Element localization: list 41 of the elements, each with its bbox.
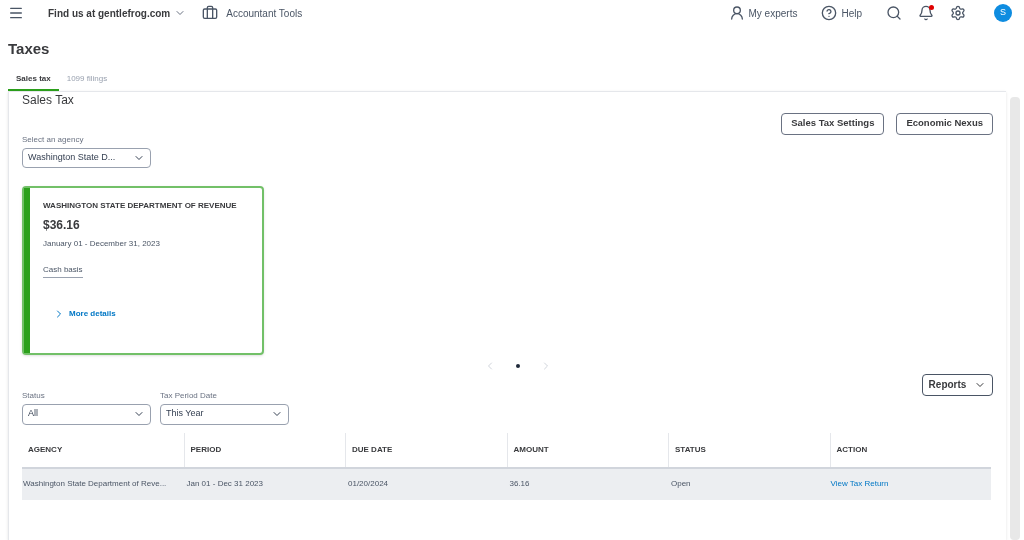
- view-tax-return-link[interactable]: View Tax Return: [830, 478, 889, 490]
- table-cell-text: 01/20/2024: [347, 478, 390, 490]
- menu-icon[interactable]: [8, 5, 24, 21]
- reports-button[interactable]: Reports: [922, 373, 993, 396]
- company-dropdown[interactable]: Find us at gentlefrog.com: [48, 5, 187, 21]
- column-header: AGENCY: [27, 443, 64, 456]
- header-button[interactable]: Economic Nexus: [896, 112, 993, 135]
- section-title: Sales Tax: [22, 91, 75, 109]
- agency-dropdown[interactable]: Washington State D...: [22, 147, 151, 168]
- table-cell-text: Open: [670, 478, 692, 490]
- table-cell-text: Washington State Department of Reve...: [22, 478, 168, 490]
- my-experts-button[interactable]: My experts: [728, 5, 798, 21]
- settings-icon[interactable]: [950, 5, 966, 21]
- card-amount: $36.16: [43, 216, 80, 234]
- filter-label: Tax Period Date: [160, 389, 218, 402]
- search-icon[interactable]: [886, 5, 902, 21]
- filter-label: Status: [22, 389, 46, 402]
- card-agency: WASHINGTON STATE DEPARTMENT OF REVENUE: [43, 199, 237, 212]
- more-details-link[interactable]: More details: [53, 307, 116, 320]
- avatar[interactable]: S: [994, 4, 1012, 22]
- page-title: Taxes: [8, 39, 51, 59]
- help-icon: [821, 5, 838, 21]
- person-icon: [728, 5, 745, 21]
- column-header: STATUS: [668, 432, 830, 467]
- column-header: AMOUNT: [506, 432, 668, 467]
- help-button[interactable]: Help: [821, 5, 862, 21]
- field-label: Select an agency: [22, 133, 85, 146]
- card-period: January 01 - December 31, 2023: [43, 237, 160, 250]
- briefcase-icon: [202, 5, 219, 21]
- header-button[interactable]: Sales Tax Settings: [781, 112, 885, 135]
- column-header: PERIOD: [183, 432, 345, 467]
- table-cell-text: Jan 01 - Dec 31 2023: [185, 478, 264, 490]
- tab[interactable]: Sales tax: [8, 72, 59, 91]
- card-basis: Cash basis: [43, 263, 83, 278]
- notifications-icon[interactable]: [918, 5, 934, 21]
- accountant-tools-button[interactable]: Accountant Tools: [202, 5, 303, 21]
- column-header: DUE DATE: [345, 432, 507, 467]
- table-cell-text: 36.16: [508, 478, 531, 490]
- column-header: ACTION: [829, 432, 991, 467]
- filter-dropdown[interactable]: All: [22, 403, 151, 425]
- filter-dropdown[interactable]: This Year: [160, 403, 289, 425]
